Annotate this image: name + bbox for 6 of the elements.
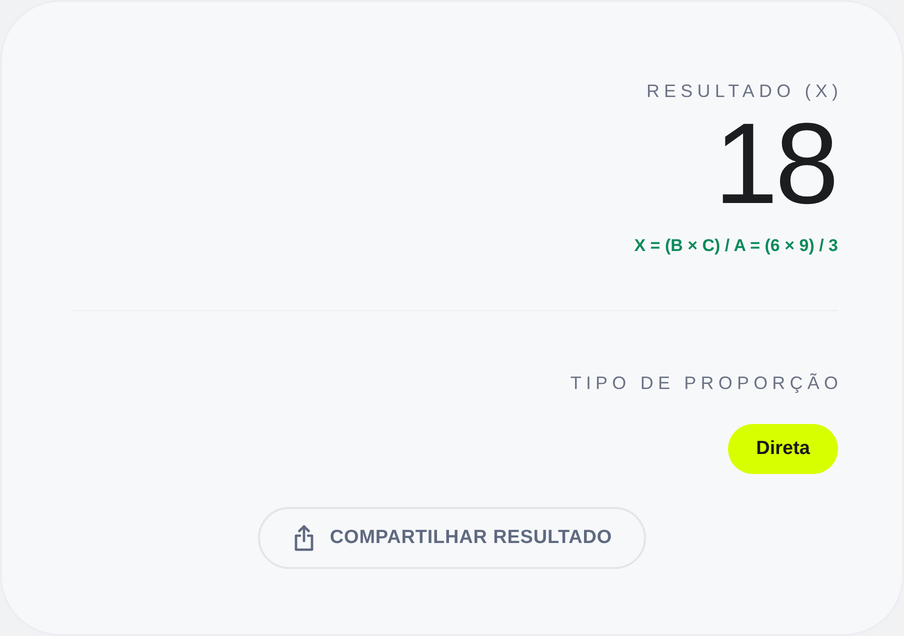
share-button[interactable]: COMPARTILHAR RESULTADO bbox=[258, 507, 646, 569]
proportion-badge: Direta bbox=[728, 424, 838, 474]
result-formula: X = (B × C) / A = (6 × 9) / 3 bbox=[634, 235, 838, 257]
result-label: RESULTADO (X) bbox=[646, 80, 843, 103]
result-value: 18 bbox=[714, 107, 836, 222]
proportion-label: TIPO DE PROPORÇÃO bbox=[570, 372, 843, 395]
